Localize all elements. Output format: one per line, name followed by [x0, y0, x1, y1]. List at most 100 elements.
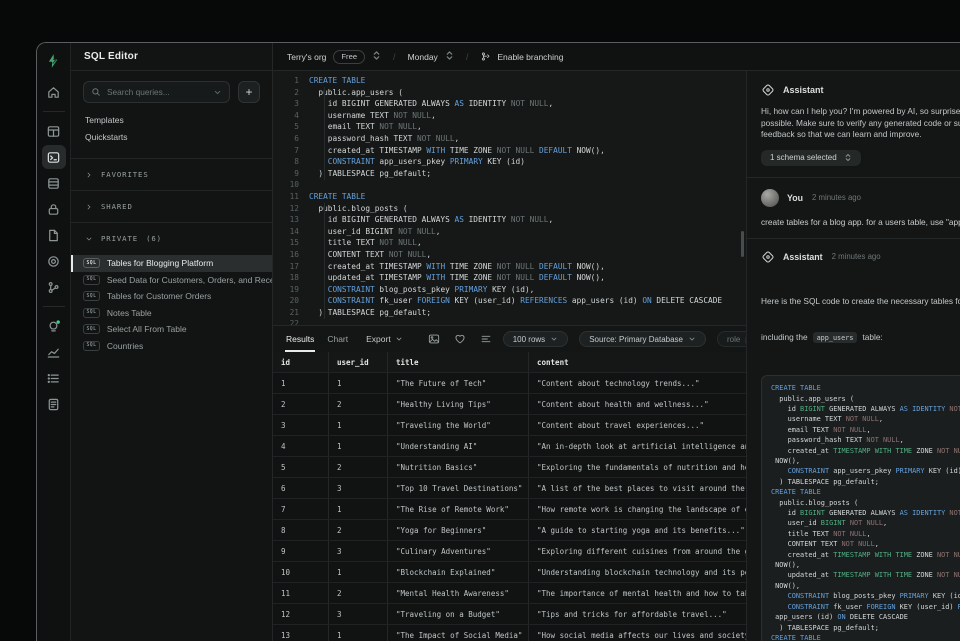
branch-select-chevrons-icon[interactable] [445, 50, 454, 63]
rail-item-home[interactable] [42, 80, 66, 104]
query-sidebar: + Templates Quickstarts FAVORITES SHARED… [71, 71, 273, 641]
table-cell: 8 [273, 520, 329, 540]
align-left-icon [480, 333, 492, 345]
table-header-cell: id [273, 352, 329, 372]
snapshot-button[interactable] [428, 333, 440, 345]
line-number: 7 [273, 145, 309, 157]
format-button[interactable] [480, 333, 492, 345]
code-line: password_hash TEXT NOT NULL, [771, 435, 960, 445]
code-line: username TEXT NOT NULL, [771, 414, 960, 424]
table-cell: 12 [273, 604, 329, 624]
query-item[interactable]: SQLTables for Blogging Platform [71, 255, 272, 272]
plus-icon: + [245, 86, 252, 98]
schema-select-button[interactable]: 1 schema selected [761, 150, 861, 166]
editor-line: 10 [273, 179, 746, 191]
table-cell: 1 [273, 373, 329, 393]
breadcrumb-separator: / [466, 52, 469, 62]
enable-branching-button[interactable]: Enable branching [480, 51, 563, 62]
section-label: SHARED [101, 202, 133, 211]
chevron-down-icon [688, 335, 696, 343]
editor-scrollbar[interactable] [741, 231, 744, 257]
table-cell: 4 [273, 436, 329, 456]
line-number: 2 [273, 87, 309, 99]
rail-item-backups[interactable] [42, 223, 66, 247]
query-item[interactable]: SQLSelect All From Table [71, 321, 272, 338]
rail-item-operations[interactable] [42, 366, 66, 390]
table-cell: 2 [329, 457, 388, 477]
table-cell: "Healthy Living Tips" [388, 394, 529, 414]
assistant-diamond-icon [761, 83, 775, 97]
line-code: id BIGINT GENERATED ALWAYS AS IDENTITY N… [309, 98, 553, 110]
rail-item-integrations[interactable] [42, 249, 66, 273]
line-number: 12 [273, 203, 309, 215]
code-line: updated_at TIMESTAMP WITH TIME ZONE NOT … [771, 570, 960, 580]
rail-divider [43, 306, 65, 307]
assistant-diamond-icon [761, 250, 775, 264]
table-row: 123"Traveling on a Budget""Tips and tric… [273, 604, 746, 625]
user-message-header: You 2 minutes ago [761, 189, 960, 207]
table-cell: 3 [273, 415, 329, 435]
search-box[interactable] [83, 81, 230, 103]
role-select[interactable]: role postgres [717, 331, 747, 347]
table-name-chip: app_users [813, 332, 858, 343]
search-input[interactable] [107, 87, 207, 97]
rows-limit-select[interactable]: 100 rows [503, 331, 568, 347]
code-line: email TEXT NOT NULL, [771, 425, 960, 435]
branch-icon [46, 280, 61, 295]
code-line: NOW(), [771, 581, 960, 591]
query-item[interactable]: SQLTables for Customer Orders [71, 288, 272, 305]
favorite-button[interactable] [454, 333, 466, 345]
query-item[interactable]: SQLSeed Data for Customers, Orders, and … [71, 272, 272, 289]
table-row: 71"The Rise of Remote Work""How remote w… [273, 499, 746, 520]
rail-item-sql-editor[interactable] [42, 145, 66, 169]
query-item[interactable]: SQLNotes Table [71, 305, 272, 322]
editor-line: 2 public.app_users ( [273, 87, 746, 99]
table-cell: "The Future of Tech" [388, 373, 529, 393]
table-cell: "The Impact of Social Media" [388, 625, 529, 641]
code-line: NOW(), [771, 456, 960, 466]
line-number: 16 [273, 249, 309, 261]
table-header-cell: content [529, 352, 746, 372]
line-code: created_at TIMESTAMP WITH TIME ZONE NOT … [309, 145, 605, 157]
rail-item-branches[interactable] [42, 275, 66, 299]
org-name[interactable]: Terry's org [287, 52, 326, 62]
export-button[interactable]: Export [366, 334, 403, 344]
query-item-label: Countries [107, 341, 143, 351]
line-number: 8 [273, 156, 309, 168]
rail-item-monitoring[interactable] [42, 340, 66, 364]
editor-line: 22 [273, 318, 746, 325]
rail-item-tables[interactable] [42, 119, 66, 143]
sql-badge: SQL [83, 258, 100, 268]
rail-item-insights[interactable] [42, 314, 66, 338]
brand-logo[interactable] [42, 50, 66, 72]
table-body: 11"The Future of Tech""Content about tec… [273, 373, 746, 641]
source-select[interactable]: Source: Primary Database [579, 331, 706, 347]
section-private[interactable]: PRIVATE (6) [71, 222, 272, 254]
sidebar-link-quickstarts[interactable]: Quickstarts [71, 128, 272, 145]
table-row: 22"Healthy Living Tips""Content about he… [273, 394, 746, 415]
org-select-chevrons-icon[interactable] [372, 50, 381, 63]
branch-name[interactable]: Monday [408, 52, 438, 62]
query-item-label: Tables for Customer Orders [107, 291, 211, 301]
rail-item-databases[interactable] [42, 171, 66, 195]
rail-item-roles[interactable] [42, 197, 66, 221]
line-code: password_hash TEXT NOT NULL, [309, 133, 459, 145]
table-cell: "Yoga for Beginners" [388, 520, 529, 540]
new-query-button[interactable]: + [238, 81, 260, 103]
tab-results[interactable]: Results [285, 326, 315, 352]
query-item[interactable]: SQLCountries [71, 338, 272, 355]
sql-editor[interactable]: 1CREATE TABLE2 public.app_users (3 id BI… [273, 71, 746, 325]
table-cell: 3 [329, 604, 388, 624]
assistant-welcome: Hi, how can I help you? I'm powered by A… [761, 106, 960, 141]
rail-item-docs[interactable] [42, 392, 66, 416]
sidebar-link-templates[interactable]: Templates [71, 111, 272, 128]
table-header-cell: title [388, 352, 529, 372]
tab-chart[interactable]: Chart [326, 326, 349, 352]
line-number: 19 [273, 284, 309, 296]
code-line: app_users (id) ON DELETE CASCADE [771, 612, 960, 622]
section-favorites[interactable]: FAVORITES [71, 158, 272, 190]
sql-badge: SQL [83, 324, 100, 334]
table-cell: "Culinary Adventures" [388, 541, 529, 561]
main-panel: 1CREATE TABLE2 public.app_users (3 id BI… [273, 71, 747, 641]
section-shared[interactable]: SHARED [71, 190, 272, 222]
